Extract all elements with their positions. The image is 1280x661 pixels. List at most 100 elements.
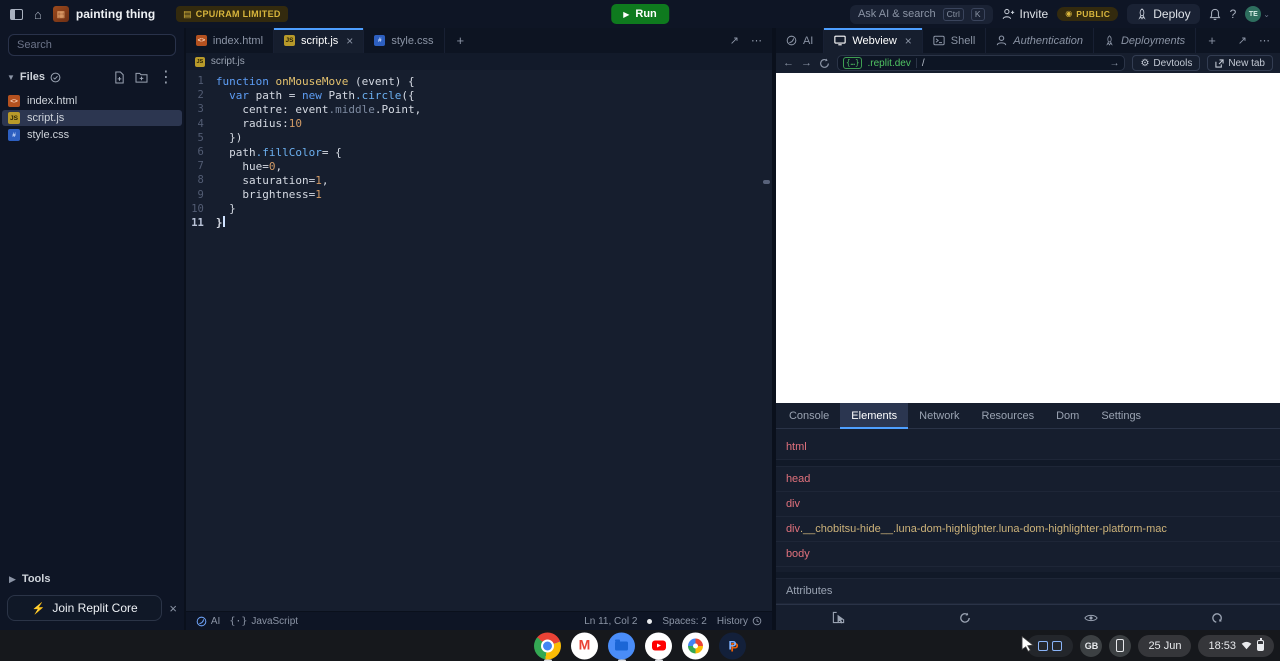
panel-tab-shell[interactable]: Shell xyxy=(923,28,987,53)
system-tray[interactable]: 18:53 xyxy=(1198,634,1274,657)
app-icon-files[interactable] xyxy=(608,632,635,661)
devtools-tab-network[interactable]: Network xyxy=(908,403,970,428)
close-icon[interactable]: × xyxy=(169,601,177,616)
new-tab-button[interactable]: New tab xyxy=(1207,55,1273,71)
editor-tab-style.css[interactable]: # style.css xyxy=(364,28,445,53)
app-icon-chrome[interactable] xyxy=(534,632,561,661)
notifications-button[interactable] xyxy=(1209,8,1221,21)
editor-tab-script.js[interactable]: JS script.js × xyxy=(274,28,365,53)
devtools-tab-dom[interactable]: Dom xyxy=(1045,403,1090,428)
cursor-position[interactable]: Ln 11, Col 2 xyxy=(584,616,637,627)
history-button[interactable]: History xyxy=(717,616,762,627)
code-editor[interactable]: 1 function onMouseMove (event) {2 var pat… xyxy=(185,70,772,611)
code-line-11[interactable]: 11} xyxy=(186,216,772,230)
code-line-4[interactable]: 4 radius:10 xyxy=(186,117,772,131)
restart-button[interactable] xyxy=(1154,612,1280,624)
history-icon xyxy=(752,616,762,626)
run-button[interactable]: ▶ Run xyxy=(611,4,669,24)
lightning-icon: ⚡ xyxy=(31,602,46,615)
date-badge[interactable]: 25 Jun xyxy=(1138,634,1192,657)
devtools-tab-elements[interactable]: Elements xyxy=(840,403,909,429)
scrollbar-thumb[interactable] xyxy=(763,180,770,184)
forward-button[interactable]: → xyxy=(801,57,812,69)
devtools-tab-resources[interactable]: Resources xyxy=(971,403,1046,428)
resource-limit-badge[interactable]: ▤ CPU/RAM LIMITED xyxy=(176,6,288,22)
more-options-icon[interactable] xyxy=(751,34,762,47)
spaces-setting[interactable]: Spaces: 2 xyxy=(662,616,706,627)
dom-node-head[interactable]: head xyxy=(775,467,1280,492)
ai-icon xyxy=(196,616,207,627)
help-button[interactable]: ? xyxy=(1230,7,1237,21)
dom-node-div-classes[interactable]: div .__chobitsu-hide__.luna-dom-highlight… xyxy=(775,517,1280,542)
app-icon-gmail[interactable] xyxy=(571,632,598,659)
home-button[interactable]: ⌂ xyxy=(34,8,42,21)
code-line-5[interactable]: 5 }) xyxy=(186,131,772,145)
search-input[interactable]: Search xyxy=(8,34,176,56)
url-bar[interactable]: {…} .replit.dev / → xyxy=(836,55,1126,71)
dom-node-html[interactable]: html xyxy=(775,435,1280,460)
expand-icon[interactable] xyxy=(1238,34,1247,47)
more-options-icon[interactable] xyxy=(1259,34,1270,47)
code-line-6[interactable]: 6 path.fillColor= { xyxy=(186,145,772,159)
devtools-button[interactable]: ⚙ Devtools xyxy=(1132,55,1201,71)
files-header: ▼ Files xyxy=(0,64,184,93)
inspect-element-button[interactable] xyxy=(776,611,902,624)
code-text: brightness=1 xyxy=(215,188,322,202)
keyboard-layout-badge[interactable]: GB xyxy=(1080,634,1103,657)
close-icon[interactable]: × xyxy=(346,34,353,48)
dom-node-div[interactable]: div xyxy=(775,492,1280,517)
editor-tab-index.html[interactable]: <> index.html xyxy=(186,28,275,53)
files-filter-icon[interactable] xyxy=(50,72,61,83)
code-line-9[interactable]: 9 brightness=1 xyxy=(186,188,772,202)
code-line-2[interactable]: 2 var path = new Path.circle({ xyxy=(186,88,772,102)
close-icon[interactable]: × xyxy=(905,34,912,48)
file-row-script.js[interactable]: JS script.js xyxy=(2,110,182,126)
code-line-8[interactable]: 8 saturation=1, xyxy=(186,173,772,187)
devtools-tab-settings[interactable]: Settings xyxy=(1090,403,1152,428)
deploy-button[interactable]: Deploy xyxy=(1127,4,1200,24)
join-replit-core-button[interactable]: ⚡ Join Replit Core xyxy=(7,595,163,621)
js-file-icon: JS xyxy=(8,112,20,124)
file-row-style.css[interactable]: # style.css xyxy=(2,127,182,143)
new-file-button[interactable] xyxy=(114,70,125,84)
new-panel-tab-button[interactable]: + xyxy=(1196,28,1228,53)
reload-button[interactable] xyxy=(819,58,830,69)
expand-icon[interactable] xyxy=(730,34,739,47)
panel-tab-deployments[interactable]: Deployments xyxy=(1094,28,1197,53)
file-row-index.html[interactable]: <> index.html xyxy=(2,93,182,109)
ai-status[interactable]: AI xyxy=(196,616,220,627)
back-button[interactable]: ← xyxy=(783,57,794,69)
ask-ai-search[interactable]: Ask AI & search Ctrl K xyxy=(849,4,993,24)
panel-tab-webview[interactable]: Webview × xyxy=(824,28,923,53)
attributes-header[interactable]: Attributes xyxy=(775,579,1280,604)
files-menu-button[interactable] xyxy=(158,67,174,87)
eye-button[interactable] xyxy=(1028,613,1154,623)
new-tab-button[interactable]: + xyxy=(445,28,477,53)
devtools-tab-console[interactable]: Console xyxy=(778,403,840,428)
app-icon-youtube[interactable] xyxy=(645,632,672,661)
code-line-1[interactable]: 1 function onMouseMove (event) { xyxy=(186,74,772,88)
visibility-badge[interactable]: PUBLIC xyxy=(1057,7,1119,21)
phone-hub-button[interactable] xyxy=(1109,634,1132,657)
project-menu[interactable]: ▦ painting thing xyxy=(52,6,155,22)
app-icon-paint[interactable] xyxy=(719,632,746,659)
code-line-3[interactable]: 3 centre: event.middle.Point, xyxy=(186,102,772,116)
chevron-down-icon[interactable]: ▼ xyxy=(7,73,15,82)
webview-content[interactable] xyxy=(775,73,1280,403)
app-icon-photos[interactable] xyxy=(682,632,709,659)
sidebar-toggle-button[interactable] xyxy=(10,8,23,20)
notification-tray[interactable] xyxy=(1022,634,1074,657)
account-menu[interactable]: TE ⌄ xyxy=(1245,6,1270,22)
new-folder-button[interactable] xyxy=(135,72,148,83)
code-line-7[interactable]: 7 hue=0, xyxy=(186,159,772,173)
panel-tab-ai[interactable]: AI xyxy=(776,28,825,53)
code-text: path.fillColor= { xyxy=(215,145,342,159)
panel-tab-authentication[interactable]: Authentication xyxy=(986,28,1094,53)
tools-section[interactable]: ▶ Tools xyxy=(0,568,184,590)
go-arrow-icon[interactable]: → xyxy=(1109,58,1119,69)
invite-button[interactable]: Invite xyxy=(1002,7,1048,21)
code-line-10[interactable]: 10 } xyxy=(186,202,772,216)
dom-node-body[interactable]: body xyxy=(775,542,1280,567)
language-status[interactable]: JavaScript xyxy=(229,616,298,627)
reload-button[interactable] xyxy=(902,612,1028,624)
